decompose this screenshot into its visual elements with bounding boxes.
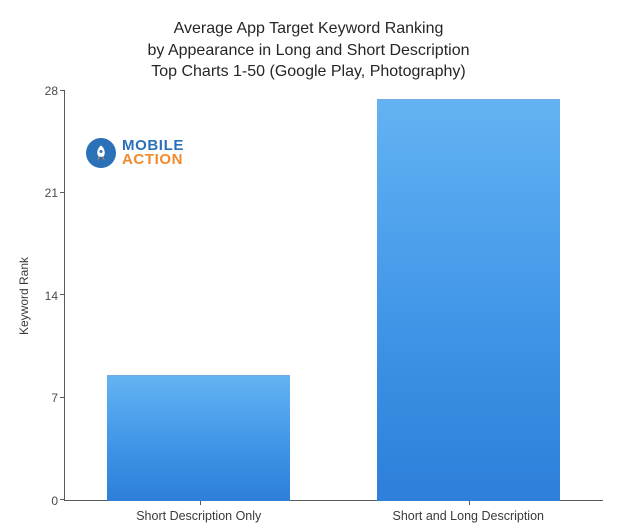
- y-tick-label: 7: [51, 391, 58, 405]
- chart-container: Average App Target Keyword Ranking by Ap…: [0, 0, 621, 525]
- bars-layer: [64, 91, 603, 501]
- y-tick-label: 28: [45, 84, 58, 98]
- plot-canvas: [64, 91, 603, 501]
- plot-area: Keyword Rank 07142128: [14, 91, 603, 501]
- y-axis-label-col: Keyword Rank: [14, 91, 34, 501]
- title-line-1: Average App Target Keyword Ranking: [174, 20, 444, 37]
- title-line-3: Top Charts 1-50 (Google Play, Photograph…: [151, 63, 466, 80]
- y-tick-label: 14: [45, 289, 58, 303]
- chart-title: Average App Target Keyword Ranking by Ap…: [14, 18, 603, 83]
- bar: [107, 375, 290, 500]
- y-axis-ticks: 07142128: [34, 91, 64, 501]
- bar: [377, 99, 560, 501]
- y-tick-label: 21: [45, 186, 58, 200]
- bar-slot: [334, 91, 604, 501]
- x-axis-labels: Short Description OnlyShort and Long Des…: [64, 501, 603, 523]
- y-axis-label: Keyword Rank: [17, 257, 31, 335]
- bar-slot: [64, 91, 334, 501]
- y-tick-label: 0: [51, 494, 58, 508]
- title-line-2: by Appearance in Long and Short Descript…: [148, 42, 470, 59]
